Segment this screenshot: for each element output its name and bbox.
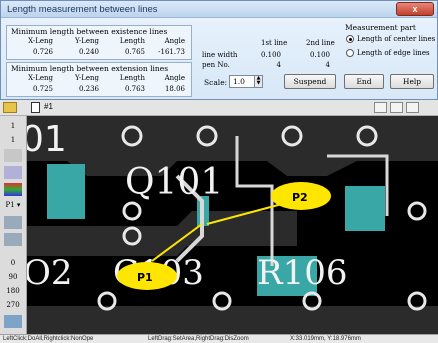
label-q101: Q101 <box>125 162 223 203</box>
title-bar: Length measurement between lines x <box>1 1 437 18</box>
scale-value: 1.0 <box>233 77 245 86</box>
status-left: LeftClick:DoAll,Rightclick:NonOpe <box>3 336 94 342</box>
extension-header-angle: Angle <box>164 74 185 82</box>
existence-header-length: Length <box>119 37 145 45</box>
color-swatch-icon[interactable] <box>4 183 22 196</box>
status-bar: LeftClick:DoAll,Rightclick:NonOpe LeftDr… <box>0 334 438 343</box>
layer-icon-1[interactable] <box>4 216 22 229</box>
p2-callout-label: P2 <box>292 191 308 204</box>
existence-value-x: 0.726 <box>32 48 53 56</box>
label-r106: R106 <box>257 253 348 293</box>
rotate-270-button[interactable]: 270 <box>4 299 22 312</box>
extension-group: Minimum length between extension lines X… <box>6 62 192 97</box>
existence-header-x: X-Leng <box>28 37 53 45</box>
edge-lines-label: Length of edge lines <box>357 49 430 57</box>
p1-callout-label: P1 <box>137 271 153 284</box>
layer-icon-2[interactable] <box>4 233 22 246</box>
pcb-canvas[interactable]: 01 Q101 O2 C103 R106 P1 P2 <box>27 116 438 334</box>
existence-value-angle: -161.73 <box>158 48 185 56</box>
pen-number-label: pen No. <box>202 61 230 69</box>
document-toolbar: #1 <box>0 100 438 116</box>
existence-header-angle: Angle <box>164 37 185 45</box>
existence-header-y: Y-Leng <box>75 37 99 45</box>
edge-lines-radio[interactable] <box>346 49 354 57</box>
line-width-label: line width <box>202 51 238 59</box>
line1-pen-value: 4 <box>276 61 281 69</box>
extension-group-title: Minimum length between extension lines <box>11 64 169 73</box>
close-document-icon[interactable] <box>406 102 419 113</box>
status-middle: LeftDrag:SetArea,RightDrag:DisZoom <box>148 336 249 342</box>
existence-group-title: Minimum length between existence lines <box>11 27 168 36</box>
end-button[interactable]: End <box>344 74 384 89</box>
suspend-button[interactable]: Suspend <box>284 74 336 89</box>
ground-plane-bottom <box>27 306 438 334</box>
page-icon[interactable] <box>31 102 40 113</box>
extension-value-angle: 18.06 <box>164 85 185 93</box>
slot-left <box>47 164 85 219</box>
status-coords: X:33.019mm, Y:18.976mm <box>290 336 361 342</box>
label-01: 01 <box>27 119 67 160</box>
grid-icon[interactable] <box>4 315 22 328</box>
window-title: Length measurement between lines <box>7 4 158 15</box>
restore-icon[interactable] <box>390 102 403 113</box>
tool-palette: 1 1 P1 ▾ 0 90 180 270 <box>0 116 27 334</box>
line1-column-header: 1st line <box>261 39 288 47</box>
slot-right <box>345 186 385 231</box>
minimize-icon[interactable] <box>374 102 387 113</box>
center-lines-radio[interactable] <box>346 35 354 43</box>
scale-spinbox[interactable]: 1.0 ▲ ▼ <box>229 75 263 88</box>
extension-header-y: Y-Leng <box>75 74 99 82</box>
existence-value-y: 0.240 <box>78 48 99 56</box>
existence-value-length: 0.765 <box>124 48 145 56</box>
extension-value-y: 0.236 <box>78 85 99 93</box>
line2-pen-value: 4 <box>325 61 330 69</box>
folder-icon[interactable] <box>3 102 17 113</box>
ruler-tool-1[interactable]: 1 <box>4 120 22 133</box>
rotate-180-button[interactable]: 180 <box>4 285 22 298</box>
existence-group: Minimum length between existence lines X… <box>6 25 192 60</box>
compass-icon[interactable] <box>4 166 22 179</box>
close-button[interactable]: x <box>396 2 434 16</box>
rotate-90-button[interactable]: 90 <box>4 271 22 284</box>
measurement-part-title: Measurement part <box>345 23 416 32</box>
rotate-0-button[interactable]: 0 <box>4 257 22 270</box>
extension-header-length: Length <box>119 74 145 82</box>
pcb-drawing: 01 Q101 O2 C103 R106 P1 P2 <box>27 116 438 334</box>
extension-value-x: 0.725 <box>32 85 53 93</box>
document-tab-label: #1 <box>44 102 53 111</box>
help-button[interactable]: Help <box>390 74 434 89</box>
measurement-dialog: Length measurement between lines x Minim… <box>0 0 438 100</box>
measure-icon[interactable] <box>4 149 22 162</box>
label-o2: O2 <box>27 253 73 293</box>
extension-header-x: X-Leng <box>28 74 53 82</box>
spin-arrows-icon[interactable]: ▲ ▼ <box>254 76 262 87</box>
center-lines-label: Length of center lines <box>357 35 436 43</box>
scale-label: Scale: <box>204 78 228 87</box>
pen-selector[interactable]: P1 ▾ <box>4 199 22 212</box>
extension-value-length: 0.763 <box>124 85 145 93</box>
line1-width-value: 0.100 <box>260 51 281 59</box>
line2-column-header: 2nd line <box>306 39 335 47</box>
ruler-tool-2[interactable]: 1 <box>4 134 22 147</box>
line2-width-value: 0.100 <box>309 51 330 59</box>
